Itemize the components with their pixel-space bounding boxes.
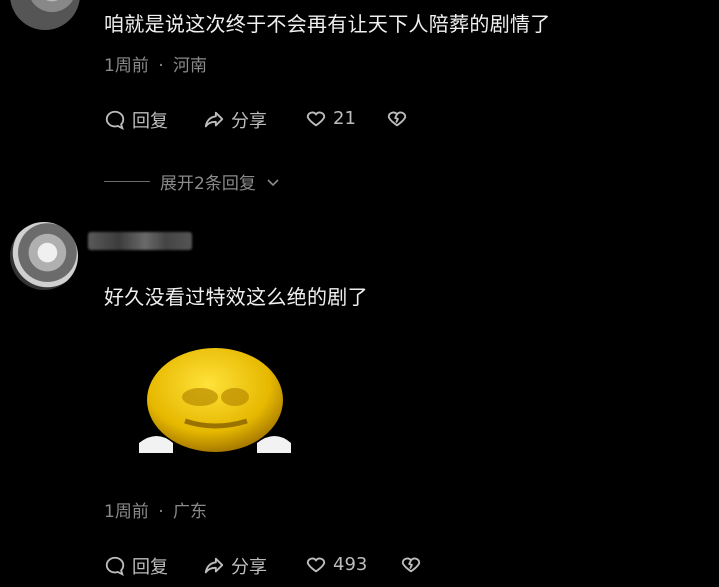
avatar[interactable]: [10, 0, 80, 30]
reply-button[interactable]: 回复: [104, 107, 168, 133]
reply-label: 回复: [132, 557, 168, 578]
comment-location: 广东: [173, 502, 208, 522]
share-button[interactable]: 分享: [203, 107, 267, 133]
avatar[interactable]: [10, 222, 78, 290]
like-count: 493: [333, 553, 368, 575]
dislike-button[interactable]: [400, 553, 422, 575]
username-blurred[interactable]: [88, 232, 192, 250]
comment-text: 好久没看过特效这么绝的剧了: [104, 285, 368, 309]
share-button[interactable]: 分享: [203, 553, 267, 579]
comment-meta: 1周前 · 河南: [104, 51, 207, 76]
dislike-button[interactable]: [386, 107, 408, 129]
comment-text: 咱就是说这次终于不会再有让天下人陪葬的剧情了: [104, 12, 551, 36]
comment-time: 1周前: [104, 56, 149, 76]
share-arrow-icon: [204, 557, 224, 574]
reply-button[interactable]: 回复: [104, 553, 168, 579]
expand-divider: [104, 181, 150, 182]
meta-separator: ·: [158, 502, 164, 522]
expand-replies-button[interactable]: 展开2条回复: [104, 169, 280, 194]
expand-replies-label: 展开2条回复: [160, 174, 256, 194]
like-button[interactable]: 493: [305, 553, 367, 575]
like-count: 21: [333, 107, 356, 129]
share-label: 分享: [231, 111, 267, 132]
smiley-bowing-sticker: [125, 345, 305, 485]
chevron-down-icon: [267, 178, 279, 186]
heart-icon: [306, 111, 326, 127]
share-label: 分享: [231, 557, 267, 578]
comment-time: 1周前: [104, 502, 149, 522]
like-button[interactable]: 21: [305, 107, 356, 129]
reply-label: 回复: [132, 111, 168, 132]
comment-meta: 1周前 · 广东: [104, 497, 207, 522]
speech-bubble-icon: [105, 556, 125, 577]
speech-bubble-icon: [105, 110, 125, 131]
broken-heart-icon: [387, 111, 407, 127]
broken-heart-icon: [401, 557, 421, 573]
comment-location: 河南: [173, 56, 208, 76]
heart-icon: [306, 557, 326, 573]
meta-separator: ·: [158, 56, 164, 76]
share-arrow-icon: [204, 111, 224, 128]
smiley-bowing-icon: [139, 348, 291, 453]
